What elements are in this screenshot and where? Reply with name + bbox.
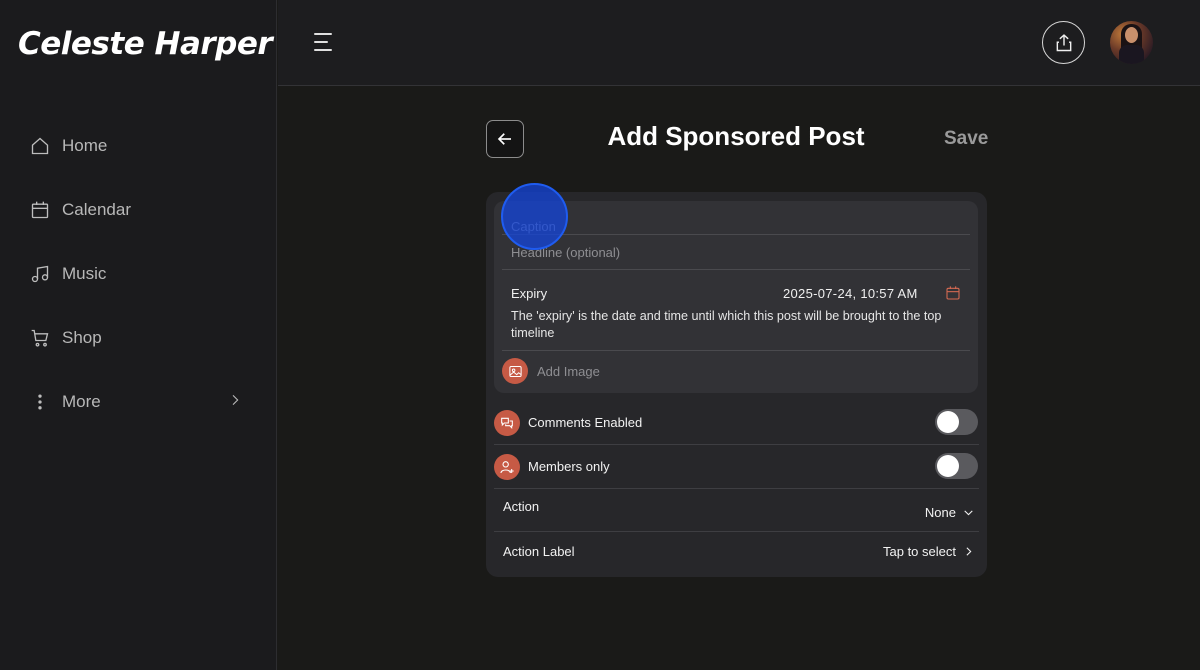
top-bar <box>278 0 1200 86</box>
comments-enabled-row: Comments Enabled <box>494 401 979 444</box>
expiry-datetime-picker[interactable]: 2025-07-24, 10:57 AM <box>783 286 918 301</box>
action-dropdown[interactable]: None <box>925 505 975 520</box>
home-icon <box>31 137 49 155</box>
divider <box>502 269 970 270</box>
sidebar: Celeste Harper Home Calendar Music Shop … <box>0 0 277 670</box>
members-only-toggle[interactable] <box>935 453 978 479</box>
sidebar-item-label: Shop <box>62 328 102 347</box>
action-label-label: Action Label <box>503 544 575 559</box>
action-label-value: Tap to select <box>883 544 956 559</box>
members-only-label: Members only <box>528 459 610 474</box>
save-button[interactable]: Save <box>944 128 988 150</box>
page-title: Add Sponsored Post <box>607 121 865 151</box>
cart-icon <box>31 329 49 347</box>
action-selected-value: None <box>924 505 956 520</box>
expiry-help-text: The 'expiry' is the date and time until … <box>511 309 942 340</box>
members-only-row: Members only <box>494 445 979 488</box>
action-label: Action <box>503 499 540 514</box>
divider <box>494 488 979 489</box>
divider <box>502 350 970 351</box>
hamburger-menu-icon[interactable] <box>312 30 336 54</box>
sidebar-item-label: Music <box>62 264 107 283</box>
sidebar-item-label: Calendar <box>62 200 131 219</box>
comments-enabled-label: Comments Enabled <box>528 415 643 430</box>
add-image-label: Add Image <box>537 363 600 379</box>
image-icon <box>502 358 528 384</box>
action-label-selector[interactable]: Tap to select <box>883 544 975 559</box>
comments-enabled-toggle[interactable] <box>935 409 978 435</box>
back-button[interactable] <box>486 120 524 158</box>
divider <box>502 234 970 235</box>
share-button[interactable] <box>1042 21 1085 64</box>
divider <box>494 531 979 532</box>
chevron-right-icon <box>227 392 243 413</box>
add-image-button[interactable]: Add Image <box>502 358 600 384</box>
sidebar-item-music[interactable]: Music <box>0 242 277 306</box>
sidebar-item-home[interactable]: Home <box>0 114 277 178</box>
member-icon <box>494 454 520 480</box>
sidebar-item-more[interactable]: More <box>0 370 277 434</box>
sidebar-item-shop[interactable]: Shop <box>0 306 277 370</box>
expiry-label: Expiry <box>511 286 548 301</box>
music-icon <box>31 265 49 283</box>
share-icon <box>1056 33 1071 51</box>
brand-logo[interactable]: Celeste Harper <box>18 26 273 62</box>
arrow-left-icon <box>497 133 511 145</box>
sponsored-post-form: Caption Headline (optional) Expiry 2025-… <box>486 192 987 577</box>
sidebar-item-label: Home <box>62 136 108 155</box>
chevron-down-icon <box>964 510 973 516</box>
sidebar-item-label: More <box>62 392 101 411</box>
sidebar-item-calendar[interactable]: Calendar <box>0 178 277 242</box>
calendar-icon[interactable] <box>945 285 961 301</box>
caption-input[interactable]: Caption <box>511 219 556 234</box>
headline-input[interactable]: Headline (optional) <box>511 245 620 260</box>
more-vertical-icon <box>38 394 42 410</box>
chevron-right-icon <box>966 547 972 556</box>
post-details-group: Caption Headline (optional) Expiry 2025-… <box>494 201 978 393</box>
user-avatar[interactable] <box>1110 21 1153 64</box>
calendar-icon <box>31 201 49 219</box>
chat-bubbles-icon <box>494 410 520 436</box>
sidebar-nav: Home Calendar Music Shop More <box>0 114 277 434</box>
